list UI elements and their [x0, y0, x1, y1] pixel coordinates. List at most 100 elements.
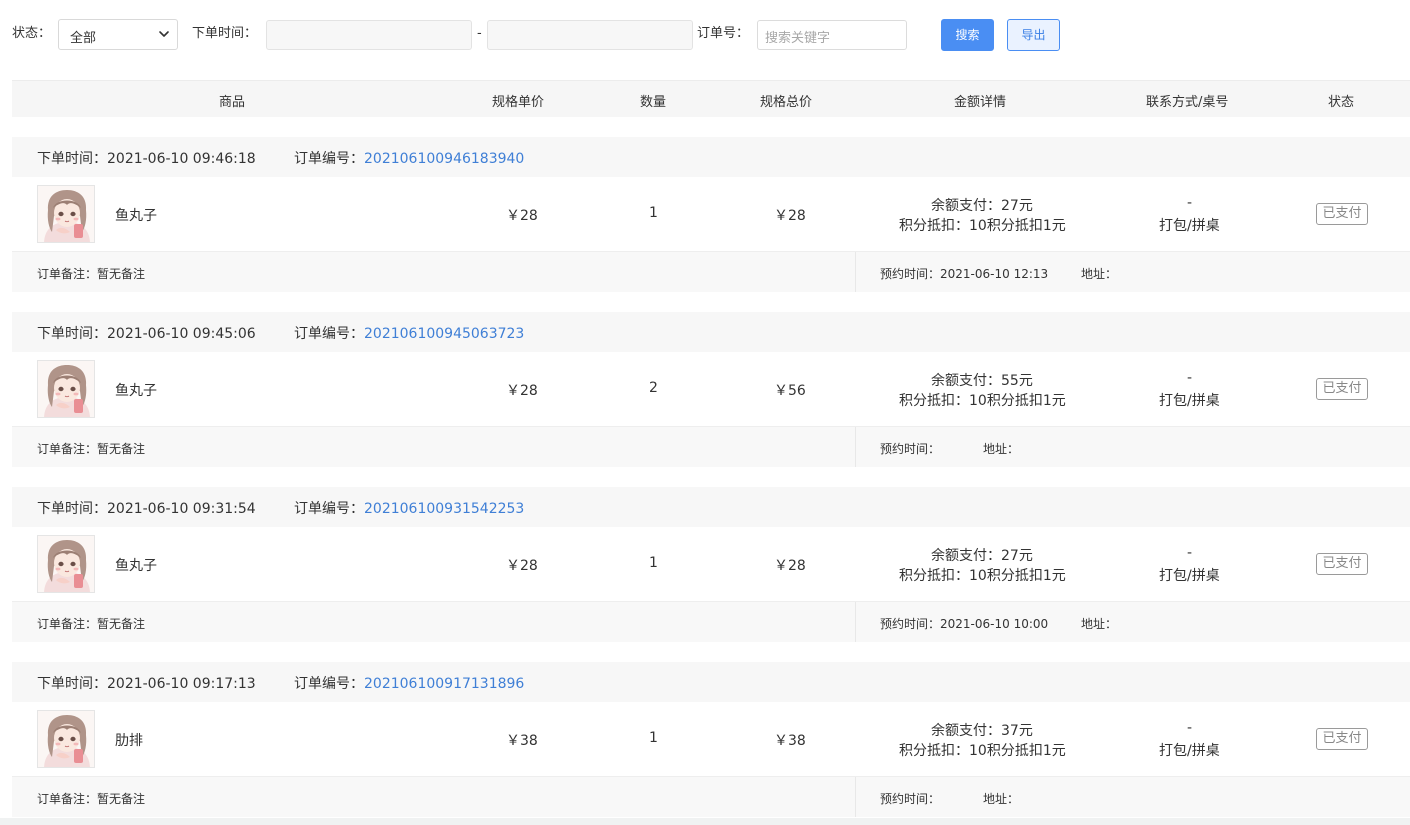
- order-time-value: 2021-06-10 09:46:18: [107, 151, 256, 167]
- balance-payment: 余额支付：55元: [931, 373, 1033, 389]
- order-item-row: 鱼丸子 ￥28 1 ￥28 余额支付：27元 积分抵扣：10积分抵扣1元 - 打…: [12, 527, 1410, 602]
- order-time: 下单时间：2021-06-10 09:46:18: [37, 148, 256, 168]
- order-footer: 订单备注：暂无备注 预约时间：2021-06-10 12:13 地址：: [12, 252, 1410, 292]
- product-image: [38, 361, 94, 417]
- order-time-label: 下单时间：: [37, 501, 107, 517]
- product-image: [38, 711, 94, 767]
- order-time: 下单时间：2021-06-10 09:45:06: [37, 323, 256, 343]
- order-time-label: 下单时间：: [37, 151, 107, 167]
- total-price: ￥28: [774, 558, 806, 574]
- footer-divider: [855, 427, 856, 467]
- order-time-label: 下单时间：: [37, 326, 107, 342]
- product-name: 鱼丸子: [115, 558, 157, 574]
- order-item-row: 鱼丸子 ￥28 2 ￥56 余额支付：55元 积分抵扣：10积分抵扣1元 - 打…: [12, 352, 1410, 427]
- status-label: 状态：: [12, 26, 52, 41]
- order-no-label: 订单号：: [697, 26, 750, 41]
- order-remark-value: 暂无备注: [97, 267, 146, 281]
- order-header: 下单时间：2021-06-10 09:46:18 订单编号：2021061009…: [12, 137, 1410, 177]
- product-image: [38, 186, 94, 242]
- reserve-time: 预约时间：2021-06-10 10:00: [880, 615, 1048, 632]
- order-remark-value: 暂无备注: [97, 617, 146, 631]
- order-number-link[interactable]: 202106100931542253: [364, 501, 524, 517]
- address-label: 地址：: [983, 792, 1020, 806]
- status-badge: 已支付: [1316, 203, 1368, 225]
- product-thumbnail: [37, 185, 95, 243]
- order-number-link[interactable]: 202106100946183940: [364, 151, 524, 167]
- order-time-value: 2021-06-10 09:17:13: [107, 676, 256, 692]
- order-number: 订单编号：202106100917131896: [294, 673, 524, 693]
- unit-price: ￥28: [506, 558, 538, 574]
- order-number-link[interactable]: 202106100945063723: [364, 326, 524, 342]
- end-date-input[interactable]: [487, 20, 693, 50]
- order-card: 下单时间：2021-06-10 09:31:54 订单编号：2021061009…: [12, 487, 1410, 642]
- search-button[interactable]: 搜索: [941, 19, 994, 51]
- balance-payment: 余额支付：27元: [931, 548, 1033, 564]
- balance-payment: 余额支付：27元: [931, 198, 1033, 214]
- reserve-time: 预约时间：: [880, 790, 940, 807]
- order-time-value: 2021-06-10 09:45:06: [107, 326, 256, 342]
- order-remark-label: 订单备注：: [37, 442, 98, 456]
- order-number-label: 订单编号：: [294, 501, 364, 517]
- product-thumbnail: [37, 360, 95, 418]
- order-footer: 订单备注：暂无备注 预约时间： 地址：: [12, 777, 1410, 817]
- quantity: 1: [649, 555, 658, 571]
- product-name: 鱼丸子: [115, 208, 157, 224]
- order-remark-value: 暂无备注: [97, 792, 146, 806]
- order-item-row: 鱼丸子 ￥28 1 ￥28 余额支付：27元 积分抵扣：10积分抵扣1元 - 打…: [12, 177, 1410, 252]
- reserve-time-value: 2021-06-10 10:00: [940, 617, 1049, 631]
- column-header-contact: 联系方式/桌号: [1146, 95, 1229, 110]
- export-button[interactable]: 导出: [1007, 19, 1060, 51]
- contact-info: -: [1187, 370, 1193, 386]
- order-number-label: 订单编号：: [294, 326, 364, 342]
- order-time-label: 下单时间：: [192, 26, 258, 41]
- order-number-link[interactable]: 202106100917131896: [364, 676, 524, 692]
- address: 地址：: [1081, 265, 1117, 282]
- address: 地址：: [1081, 615, 1117, 632]
- start-date-input[interactable]: [266, 20, 472, 50]
- order-header: 下单时间：2021-06-10 09:17:13 订单编号：2021061009…: [12, 662, 1410, 702]
- order-item-row: 肋排 ￥38 1 ￥38 余额支付：37元 积分抵扣：10积分抵扣1元 - 打包…: [12, 702, 1410, 777]
- chevron-down-icon: [159, 31, 169, 37]
- status-select-value: 全部: [70, 31, 97, 46]
- order-header: 下单时间：2021-06-10 09:45:06 订单编号：2021061009…: [12, 312, 1410, 352]
- product-name: 肋排: [115, 733, 143, 749]
- contact-info: -: [1187, 195, 1193, 211]
- order-time: 下单时间：2021-06-10 09:17:13: [37, 673, 256, 693]
- keyword-search-placeholder: 搜索关键字: [765, 31, 831, 46]
- product-thumbnail: [37, 710, 95, 768]
- quantity: 1: [649, 205, 658, 221]
- column-header-status: 状态: [1328, 95, 1355, 110]
- footer-divider: [855, 602, 856, 642]
- keyword-search-input[interactable]: 搜索关键字: [757, 20, 907, 50]
- address-label: 地址：: [1081, 617, 1118, 631]
- order-card: 下单时间：2021-06-10 09:17:13 订单编号：2021061009…: [12, 662, 1410, 817]
- unit-price: ￥28: [506, 383, 538, 399]
- order-header: 下单时间：2021-06-10 09:31:54 订单编号：2021061009…: [12, 487, 1410, 527]
- address: 地址：: [983, 440, 1019, 457]
- contact-info: -: [1187, 545, 1193, 561]
- order-remark-label: 订单备注：: [37, 267, 98, 281]
- table-number: 打包/拼桌: [1159, 393, 1220, 409]
- date-range-separator: -: [477, 26, 482, 41]
- reserve-time-label: 预约时间：: [880, 442, 941, 456]
- order-remark: 订单备注：暂无备注: [37, 265, 145, 282]
- footer-divider: [855, 252, 856, 292]
- column-header-quantity: 数量: [640, 95, 667, 110]
- order-number-label: 订单编号：: [294, 151, 364, 167]
- column-header-unit-price: 规格单价: [492, 95, 545, 110]
- footer-divider: [855, 777, 856, 817]
- order-list-page: 状态： 全部 下单时间： - 订单号： 搜索关键字 搜索 导出 商品 规格单价 …: [0, 0, 1410, 818]
- order-footer: 订单备注：暂无备注 预约时间：2021-06-10 10:00 地址：: [12, 602, 1410, 642]
- reserve-time: 预约时间：2021-06-10 12:13: [880, 265, 1048, 282]
- column-header-total-price: 规格总价: [760, 95, 813, 110]
- points-deduction: 积分抵扣：10积分抵扣1元: [899, 568, 1066, 584]
- product-thumbnail: [37, 535, 95, 593]
- table-number: 打包/拼桌: [1159, 743, 1220, 759]
- reserve-time-label: 预约时间：: [880, 792, 941, 806]
- status-select[interactable]: 全部: [58, 19, 178, 50]
- unit-price: ￥28: [506, 208, 538, 224]
- column-header-product: 商品: [219, 95, 246, 110]
- table-number: 打包/拼桌: [1159, 218, 1220, 234]
- quantity: 1: [649, 730, 658, 746]
- order-remark: 订单备注：暂无备注: [37, 615, 145, 632]
